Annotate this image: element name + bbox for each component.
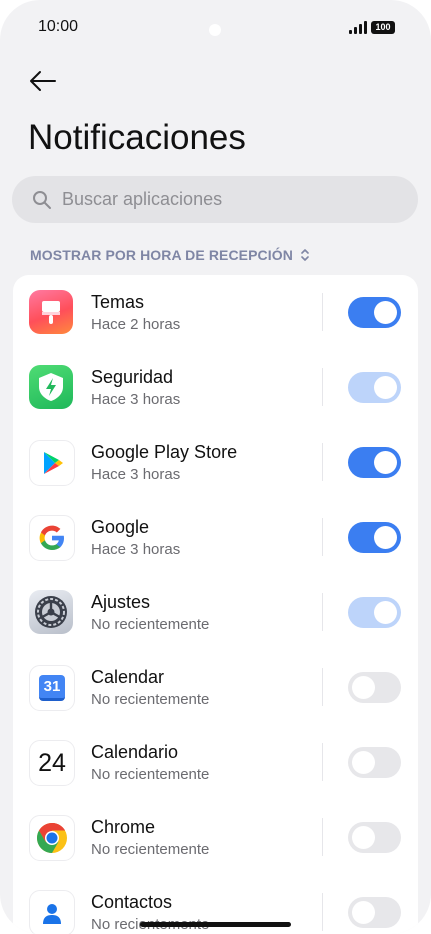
- google-g-icon: [29, 515, 75, 561]
- app-name: Calendario: [91, 742, 179, 762]
- divider: [322, 818, 323, 856]
- calendar-day-number: 31: [39, 675, 65, 701]
- divider: [322, 668, 323, 706]
- sort-label: MOSTRAR POR HORA DE RECEPCIÓN: [30, 247, 293, 263]
- notification-toggle[interactable]: [348, 297, 401, 328]
- app-name: Contactos: [91, 892, 173, 912]
- app-last-notification: Hace 3 horas: [91, 391, 181, 408]
- app-row-calendar[interactable]: 31 Calendar No recientemente: [13, 650, 418, 725]
- divider: [322, 518, 323, 556]
- play-store-icon: [29, 440, 75, 486]
- app-name: Temas: [91, 292, 145, 312]
- app-list: Temas Hace 2 horas Seguridad Hace 3 hora…: [13, 275, 418, 934]
- chevron-up-down-icon: [301, 249, 309, 261]
- page-title: Notificaciones: [28, 118, 246, 157]
- notification-toggle[interactable]: [348, 597, 401, 628]
- app-row-google-play-store[interactable]: Google Play Store Hace 3 horas: [13, 425, 418, 500]
- status-time: 10:00: [38, 18, 79, 35]
- notification-toggle[interactable]: [348, 897, 401, 928]
- app-last-notification: Hace 3 horas: [91, 466, 181, 483]
- search-input[interactable]: Buscar aplicaciones: [12, 176, 418, 223]
- calendario-icon: 24: [29, 740, 75, 786]
- app-name: Calendar: [91, 667, 165, 687]
- app-name: Google: [91, 517, 150, 537]
- battery-icon: 100: [371, 21, 395, 34]
- app-row-ajustes[interactable]: Ajustes No recientemente: [13, 575, 418, 650]
- app-name: Ajustes: [91, 592, 151, 612]
- app-row-temas[interactable]: Temas Hace 2 horas: [13, 275, 418, 350]
- calendario-day-number: 24: [38, 748, 66, 777]
- app-last-notification: Hace 3 horas: [91, 541, 181, 558]
- app-name: Google Play Store: [91, 442, 238, 462]
- notification-toggle[interactable]: [348, 672, 401, 703]
- divider: [322, 593, 323, 631]
- divider: [322, 743, 323, 781]
- sort-selector[interactable]: MOSTRAR POR HORA DE RECEPCIÓN: [30, 247, 310, 263]
- app-row-google[interactable]: Google Hace 3 horas: [13, 500, 418, 575]
- app-last-notification: Hace 2 horas: [91, 316, 181, 333]
- settings-gear-icon: [29, 590, 73, 634]
- security-shield-icon: [29, 365, 73, 409]
- app-row-seguridad[interactable]: Seguridad Hace 3 horas: [13, 350, 418, 425]
- notification-toggle[interactable]: [348, 747, 401, 778]
- arrow-left-icon: [30, 71, 56, 91]
- divider: [322, 368, 323, 406]
- status-bar: 10:00 100: [38, 18, 395, 40]
- phone-screen: 10:00 100 Notificaciones Buscar aplicaci…: [0, 0, 431, 934]
- theme-brush-icon: [29, 290, 73, 334]
- back-button[interactable]: [28, 68, 58, 94]
- google-calendar-icon: 31: [29, 665, 75, 711]
- app-last-notification: No recientemente: [91, 691, 210, 708]
- divider: [322, 443, 323, 481]
- notification-toggle[interactable]: [348, 822, 401, 853]
- notification-toggle[interactable]: [348, 372, 401, 403]
- app-row-chrome[interactable]: Chrome No recientemente: [13, 800, 418, 875]
- front-camera: [209, 24, 221, 36]
- search-icon: [33, 190, 51, 209]
- app-name: Seguridad: [91, 367, 174, 387]
- home-indicator[interactable]: [140, 922, 291, 927]
- app-last-notification: No recientemente: [91, 841, 210, 858]
- signal-icon: [349, 21, 367, 34]
- app-last-notification: No recientemente: [91, 616, 210, 633]
- chrome-icon: [29, 815, 75, 861]
- app-last-notification: No recientemente: [91, 766, 210, 783]
- divider: [322, 893, 323, 931]
- contacts-icon: [29, 890, 75, 934]
- notification-toggle[interactable]: [348, 447, 401, 478]
- search-placeholder: Buscar aplicaciones: [62, 189, 223, 209]
- divider: [322, 293, 323, 331]
- app-row-calendario[interactable]: 24 Calendario No recientemente: [13, 725, 418, 800]
- notification-toggle[interactable]: [348, 522, 401, 553]
- app-name: Chrome: [91, 817, 156, 837]
